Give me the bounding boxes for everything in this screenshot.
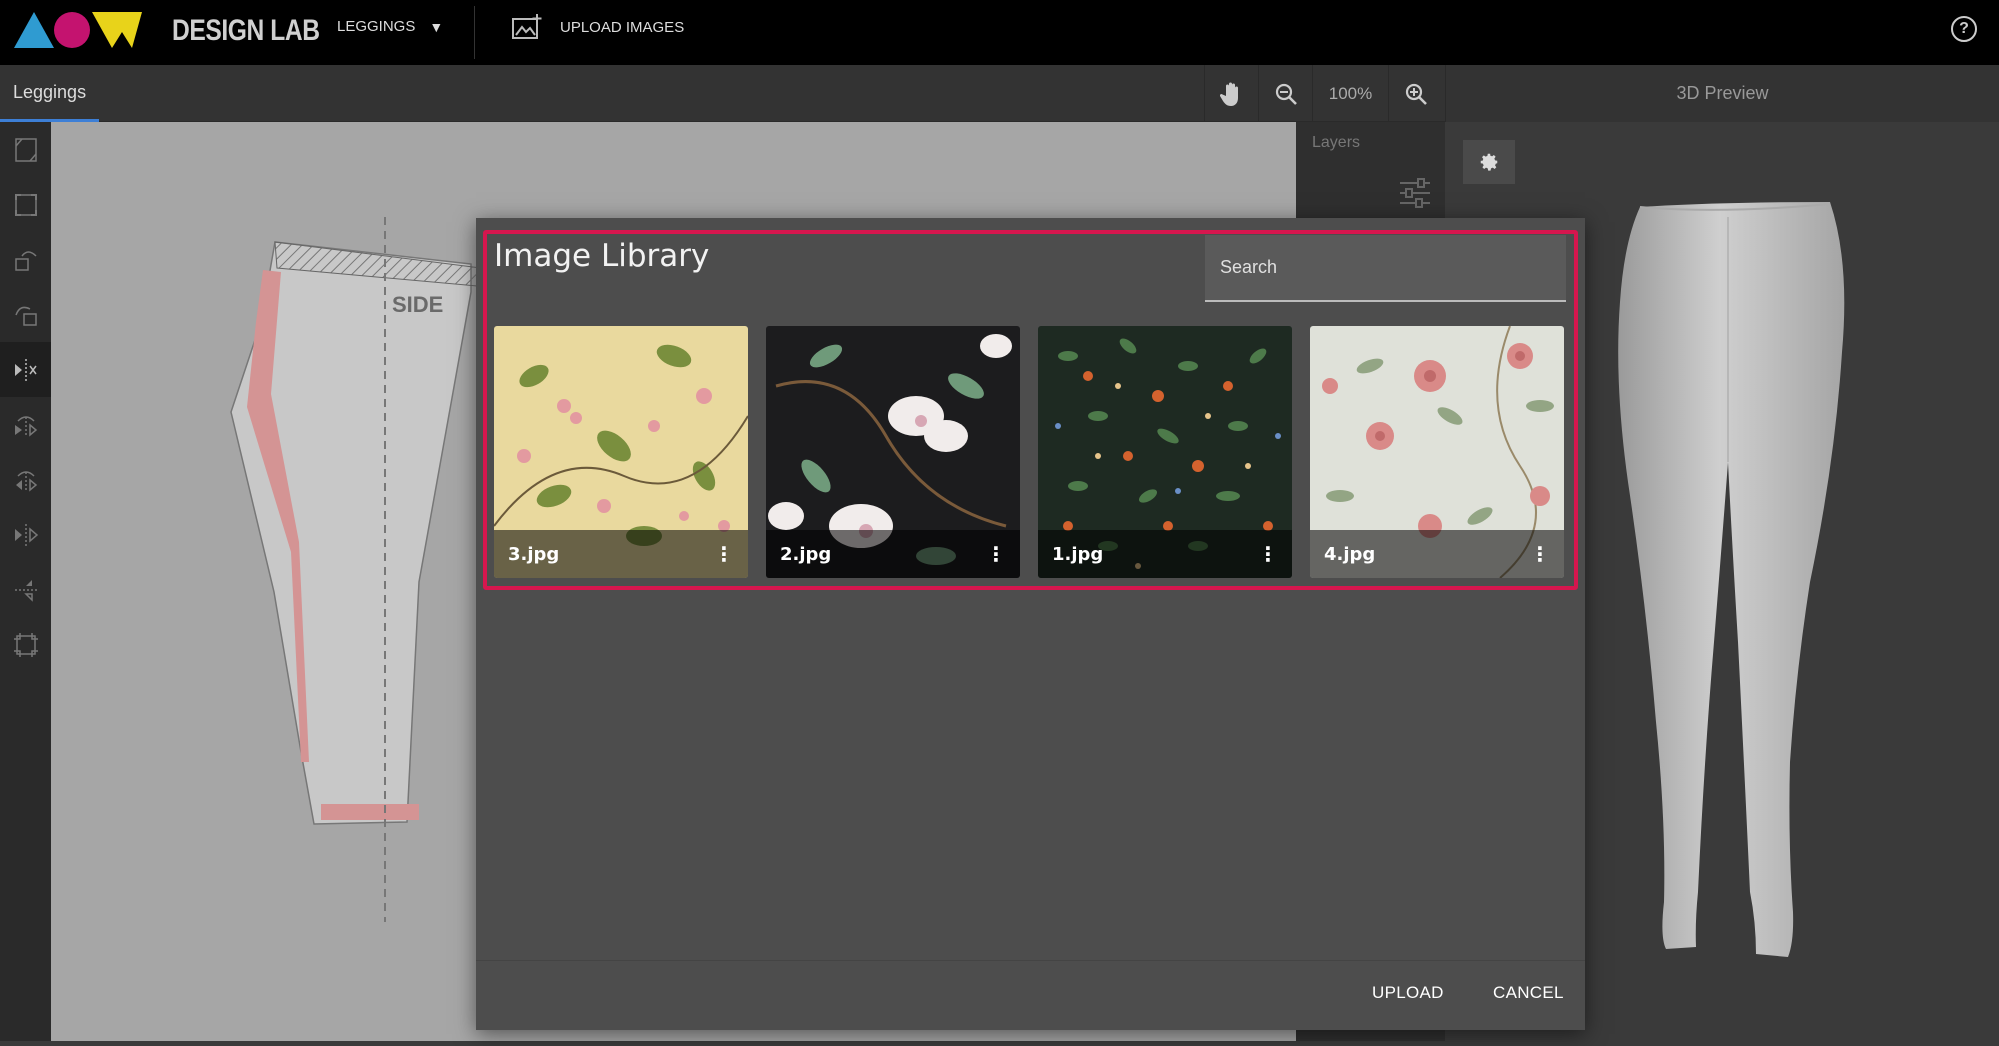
help-icon[interactable]: ?: [1951, 16, 1977, 42]
image-card[interactable]: 3.jpg ⋮: [494, 326, 748, 578]
image-name: 2.jpg: [780, 543, 832, 565]
more-vert-icon[interactable]: ⋮: [1258, 542, 1278, 567]
rotate-left-icon[interactable]: [0, 232, 51, 287]
image-caption: 1.jpg ⋮: [1038, 530, 1292, 578]
top-bar: DESIGN LAB LEGGINGS ▼ UPLOAD IMAGES ?: [0, 0, 1999, 65]
zoom-level: 100%: [1312, 65, 1388, 122]
image-caption: 2.jpg ⋮: [766, 530, 1020, 578]
editor-toolbar: Leggings 100%: [0, 65, 1445, 122]
layers-title: Layers: [1312, 134, 1361, 151]
more-vert-icon[interactable]: ⋮: [714, 542, 734, 567]
crop-frame-icon[interactable]: [0, 617, 51, 672]
cancel-button[interactable]: CANCEL: [1493, 983, 1564, 1003]
dialog-footer: UPLOAD CANCEL: [476, 960, 1585, 1030]
brand-logo: [14, 12, 142, 48]
flip-mirror-icon[interactable]: [0, 452, 51, 507]
fit-width-icon[interactable]: [0, 122, 51, 177]
more-vert-icon[interactable]: ⋮: [986, 542, 1006, 567]
image-card[interactable]: 2.jpg ⋮: [766, 326, 1020, 578]
image-grid: 3.jpg ⋮ 2.jpg ⋮ 1.jpg ⋮ 4.jpg ⋮: [494, 326, 1564, 578]
leggings-3d-model: [1618, 202, 1845, 957]
tab-leggings[interactable]: Leggings: [0, 65, 100, 122]
flip-vertical-icon[interactable]: [0, 562, 51, 617]
zoom-out-icon[interactable]: [1258, 65, 1312, 122]
image-library-dialog: Image Library 3.jpg ⋮: [476, 218, 1585, 1030]
zoom-controls: 100%: [1204, 65, 1442, 122]
image-caption: 4.jpg ⋮: [1310, 530, 1564, 578]
gear-icon[interactable]: [1463, 140, 1515, 184]
rotate-right-icon[interactable]: [0, 287, 51, 342]
more-vert-icon[interactable]: ⋮: [1530, 542, 1550, 567]
rotate-mirror-icon[interactable]: [0, 397, 51, 452]
divider: [474, 6, 475, 59]
left-tool-rail: [0, 122, 51, 1041]
upload-button[interactable]: UPLOAD: [1372, 983, 1444, 1003]
zoom-in-icon[interactable]: [1388, 65, 1442, 122]
upload-images-button[interactable]: UPLOAD IMAGES: [512, 14, 684, 40]
preview-title: 3D Preview: [1445, 65, 1999, 122]
image-card[interactable]: 4.jpg ⋮: [1310, 326, 1564, 578]
pan-hand-icon[interactable]: [1204, 65, 1258, 122]
caret-down-icon: ▼: [429, 18, 444, 35]
dialog-title: Image Library: [494, 238, 710, 274]
layers-settings-icon[interactable]: [1398, 178, 1432, 208]
add-image-icon: [512, 14, 542, 39]
image-card[interactable]: 1.jpg ⋮: [1038, 326, 1292, 578]
fit-page-icon[interactable]: [0, 177, 51, 232]
image-name: 4.jpg: [1324, 543, 1376, 565]
search-input[interactable]: [1205, 235, 1566, 300]
side-label: SIDE: [392, 292, 443, 317]
image-caption: 3.jpg ⋮: [494, 530, 748, 578]
product-dropdown[interactable]: LEGGINGS ▼: [337, 18, 443, 35]
image-name: 3.jpg: [508, 543, 560, 565]
flip-horizontal-icon[interactable]: [0, 507, 51, 562]
upload-images-label: UPLOAD IMAGES: [560, 18, 685, 36]
mirror-horizontal-icon[interactable]: [0, 342, 51, 397]
image-name: 1.jpg: [1052, 543, 1104, 565]
product-dropdown-label: LEGGINGS: [337, 18, 416, 35]
brand-name: DESIGN LAB: [172, 14, 320, 47]
search-field[interactable]: [1205, 235, 1566, 302]
